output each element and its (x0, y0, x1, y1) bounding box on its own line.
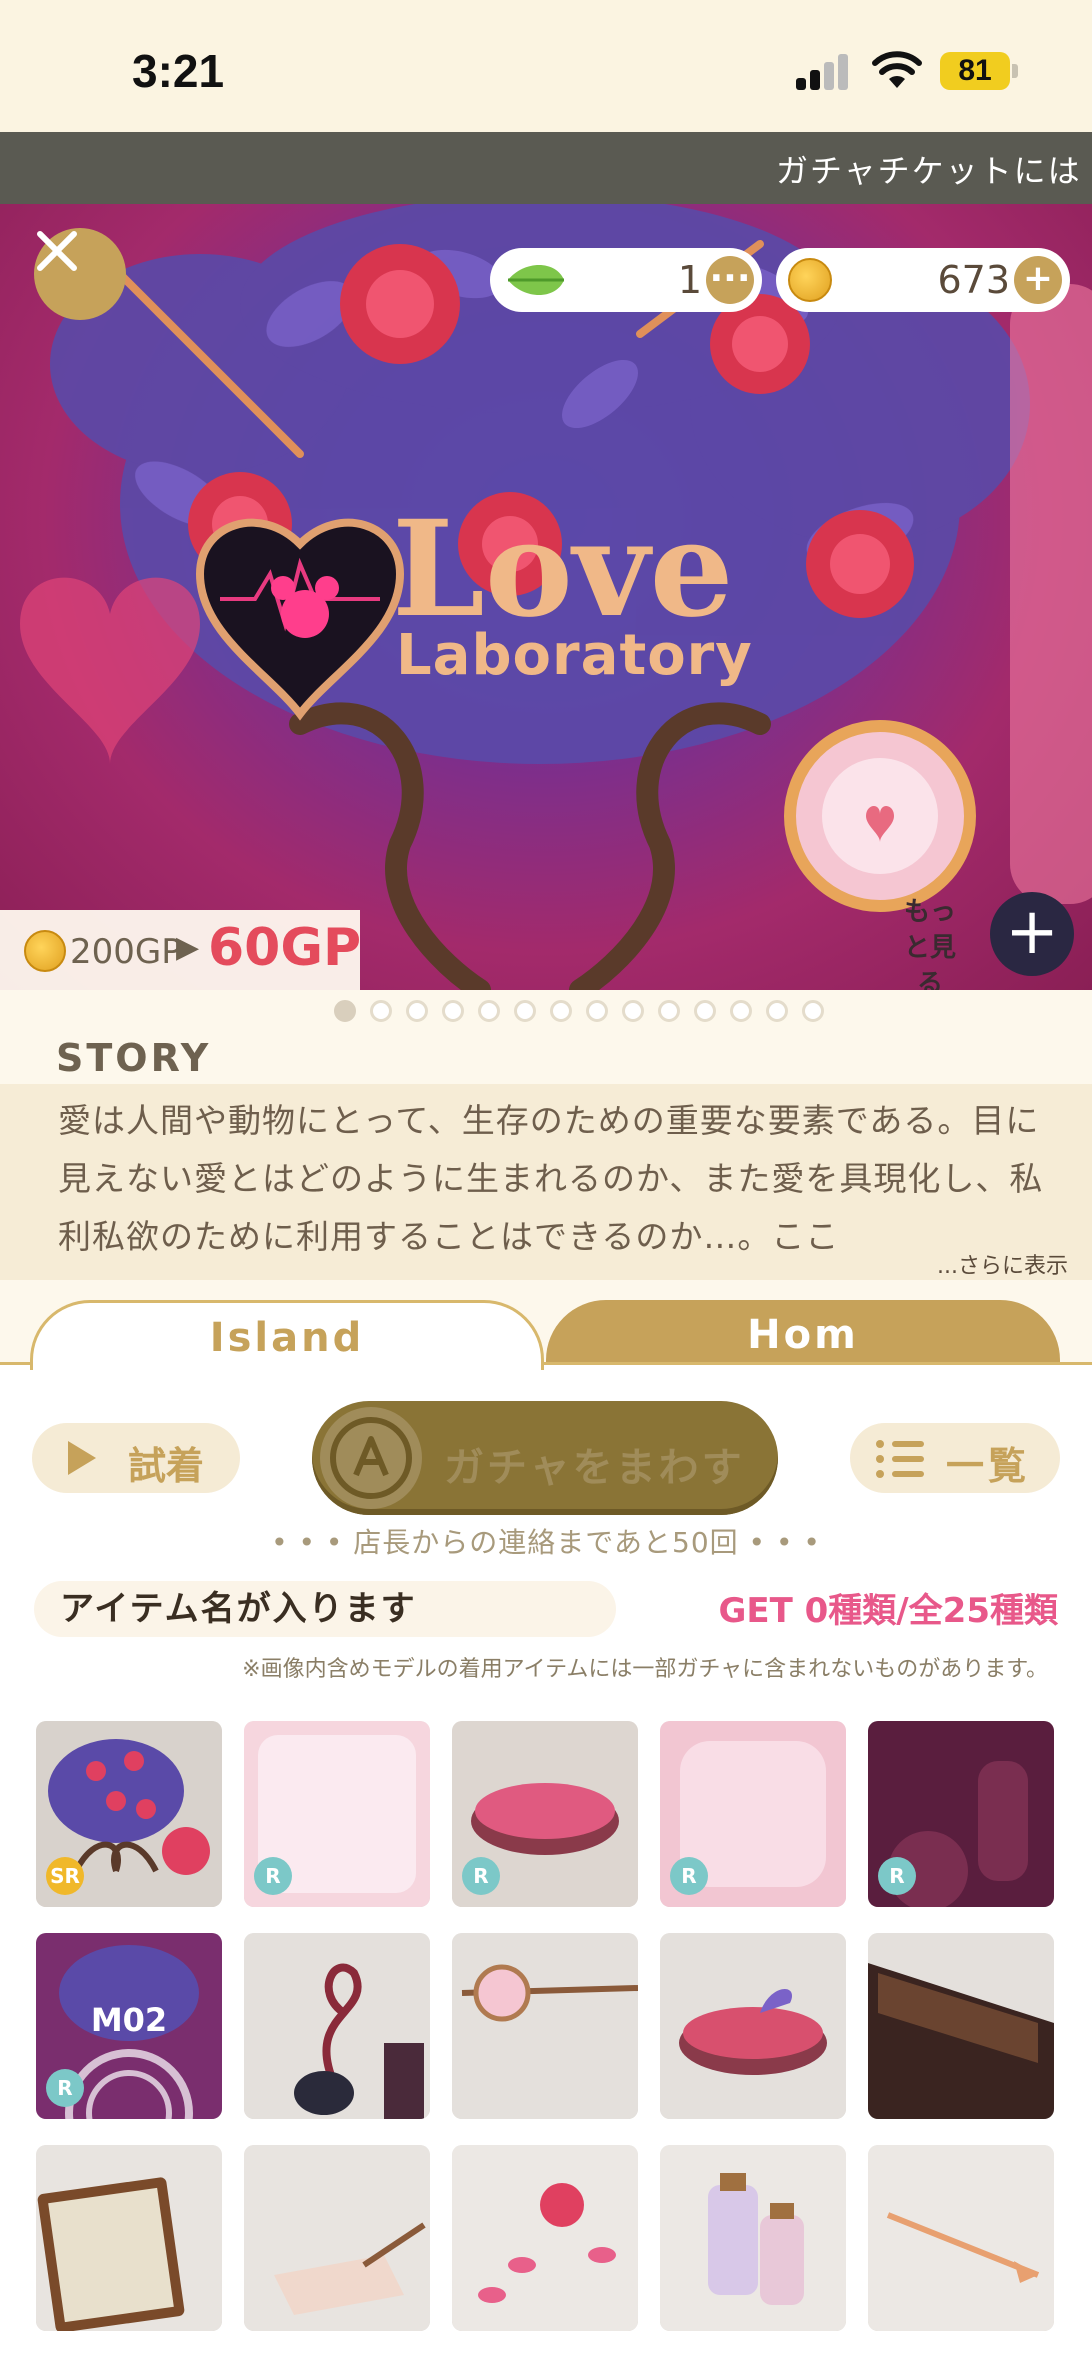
carousel-dot[interactable] (730, 1000, 752, 1022)
wifi-icon (872, 51, 922, 88)
item-tile[interactable] (660, 1933, 846, 2119)
item-tile[interactable] (36, 2145, 222, 2331)
rarity-badge: SR (46, 1857, 84, 1895)
tab-bar: Island Hom (0, 1280, 1092, 1370)
story-title: STORY (56, 1036, 212, 1080)
item-tile[interactable] (452, 1933, 638, 2119)
carousel-dot[interactable] (334, 1000, 356, 1022)
carousel-dot[interactable] (766, 1000, 788, 1022)
item-tile[interactable] (660, 2145, 846, 2331)
contact-countdown: • • • 店長からの連絡まであと50回 • • • (271, 1526, 821, 1559)
carousel-dot[interactable] (406, 1000, 428, 1022)
item-image (452, 1933, 638, 2119)
carousel-dot[interactable] (550, 1000, 572, 1022)
rarity-badge: R (46, 2069, 84, 2107)
carousel-dot[interactable] (478, 1000, 500, 1022)
price-tag: 200GP ▶ 60GP (0, 910, 362, 990)
item-image (660, 1933, 846, 2119)
item-tile[interactable] (244, 1933, 430, 2119)
list-button[interactable]: 一覧 (850, 1423, 1060, 1493)
tab-home[interactable]: Hom (546, 1300, 1060, 1370)
status-time: 3:21 (132, 45, 225, 97)
battery-icon: 81 (940, 52, 1018, 90)
carousel-dot[interactable] (622, 1000, 644, 1022)
gacha-banner[interactable]: Love Laboratory 1 ··· 673 + 200GP ▶ 60GP… (0, 204, 1092, 990)
more-button[interactable]: + (990, 892, 1074, 976)
signal-icon (796, 52, 852, 90)
list-label: 一覧 (946, 1444, 1031, 1488)
price-arrow-icon: ▶ (176, 930, 200, 965)
item-tile[interactable] (868, 1933, 1054, 2119)
coin-icon (24, 930, 66, 972)
item-tile[interactable]: R (868, 1721, 1054, 1907)
leaf-icon (508, 265, 564, 295)
spin-gacha-label: ガチャをまわす (444, 1445, 745, 1491)
item-image (660, 2145, 846, 2331)
ticker-text: ガチャチケットには (776, 152, 1082, 190)
price-old: 200GP (70, 932, 182, 972)
battery-level: 81 (940, 52, 1010, 90)
item-image (244, 2145, 430, 2331)
item-tile[interactable]: SR (36, 1721, 222, 1907)
carousel-dot[interactable] (586, 1000, 608, 1022)
item-tile[interactable]: R (452, 1721, 638, 1907)
news-ticker[interactable]: ガチャチケットには (0, 132, 1092, 204)
collection-count: GET 0種類/全25種類 (718, 1591, 1058, 1631)
disclaimer-text: ※画像内含めモデルの着用アイテムには一部ガチャに含まれないものがあります。 (242, 1657, 1048, 1682)
item-image (36, 2145, 222, 2331)
leaf-currency: 1 ··· (490, 248, 762, 312)
item-tile[interactable] (868, 2145, 1054, 2331)
item-image (452, 2145, 638, 2331)
leaf-more-button[interactable]: ··· (706, 256, 754, 304)
item-label: M02 (90, 2001, 168, 2039)
gacha-machine-icon (320, 1407, 422, 1509)
coin-icon (788, 258, 832, 302)
carousel-dot[interactable] (442, 1000, 464, 1022)
story-box[interactable]: 愛は人間や動物にとって、生存のための重要な要素である。目に見えない愛とはどのよう… (0, 1084, 1092, 1280)
close-button[interactable] (34, 228, 126, 320)
carousel-dot[interactable] (514, 1000, 536, 1022)
logo-subtitle: Laboratory (396, 623, 753, 688)
item-image (244, 1933, 430, 2119)
rarity-badge: R (878, 1857, 916, 1895)
carousel-dot[interactable] (802, 1000, 824, 1022)
status-bar: 3:21 81 (0, 0, 1092, 132)
add-coin-button[interactable]: + (1014, 256, 1062, 304)
carousel-dot[interactable] (658, 1000, 680, 1022)
rarity-badge: R (670, 1857, 708, 1895)
item-grid: SR R R R R M02 R (36, 1721, 1056, 2331)
more-label: もっと見る (903, 897, 956, 990)
logo-title: Love (392, 492, 734, 647)
gacha-content: 試着 ガチャをまわす 一覧 • • • 店長からの連絡まであと50回 • • •… (0, 1365, 1092, 2364)
coin-currency: 673 + (776, 248, 1070, 312)
item-tile[interactable]: M02 R (36, 1933, 222, 2119)
story-text: 愛は人間や動物にとって、生存のための重要な要素である。目に見えない愛とはどのよう… (58, 1101, 1044, 1256)
list-icon (876, 1439, 928, 1479)
item-tile[interactable] (452, 2145, 638, 2331)
coin-count: 673 (937, 258, 1010, 302)
item-image (868, 1933, 1054, 2119)
close-icon (37, 231, 77, 271)
price-new: 60GP (208, 918, 362, 978)
try-on-label: 試着 (128, 1444, 205, 1488)
leaf-count: 1 (677, 258, 702, 302)
item-tile[interactable]: R (244, 1721, 430, 1907)
carousel-dot[interactable] (694, 1000, 716, 1022)
story-more-link[interactable]: ...さらに表示 (937, 1248, 1068, 1280)
carousel-pagination[interactable] (334, 1000, 824, 1026)
tab-island[interactable]: Island (30, 1300, 544, 1370)
item-tile[interactable]: R (660, 1721, 846, 1907)
spin-gacha-button[interactable]: ガチャをまわす (312, 1401, 778, 1515)
item-tile[interactable] (244, 2145, 430, 2331)
play-icon (68, 1441, 96, 1475)
item-image (868, 2145, 1054, 2331)
item-name-field: アイテム名が入ります (34, 1581, 616, 1637)
rarity-badge: R (254, 1857, 292, 1895)
rarity-badge: R (462, 1857, 500, 1895)
try-on-button[interactable]: 試着 (32, 1423, 240, 1493)
carousel-dot[interactable] (370, 1000, 392, 1022)
